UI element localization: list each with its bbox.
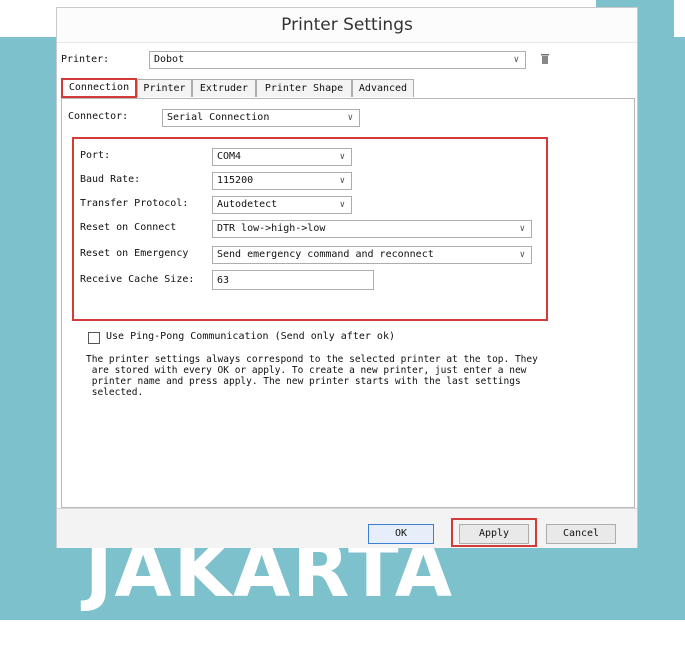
- port-select-value: COM4: [217, 151, 242, 162]
- dialog-footer: OK Apply Cancel: [57, 508, 637, 548]
- chevron-down-icon: ∨: [519, 250, 525, 260]
- ok-button[interactable]: OK: [368, 524, 434, 544]
- chevron-down-icon: ∨: [339, 176, 345, 186]
- trash-icon[interactable]: [541, 54, 549, 64]
- tab-extruder[interactable]: Extruder: [192, 79, 256, 97]
- printer-select-value: Dobot: [154, 54, 185, 65]
- tab-advanced[interactable]: Advanced: [352, 79, 414, 97]
- tab-printer[interactable]: Printer: [137, 79, 192, 97]
- transfer-protocol-label: Transfer Protocol:: [80, 198, 189, 209]
- tab-connection[interactable]: Connection: [61, 78, 137, 98]
- chevron-down-icon: ∨: [519, 224, 525, 234]
- ping-pong-label: Use Ping-Pong Communication (Send only a…: [106, 331, 395, 342]
- printer-select[interactable]: Dobot ∨: [149, 51, 526, 69]
- chevron-down-icon: ∨: [339, 152, 345, 162]
- port-select[interactable]: COM4 ∨: [212, 148, 352, 166]
- connector-select[interactable]: Serial Connection ∨: [162, 109, 360, 127]
- baud-rate-select[interactable]: 115200 ∨: [212, 172, 352, 190]
- reset-on-connect-select-value: DTR low->high->low: [217, 223, 326, 234]
- connector-select-value: Serial Connection: [167, 112, 270, 123]
- receive-cache-size-label: Receive Cache Size:: [80, 274, 195, 285]
- reset-on-emergency-select-value: Send emergency command and reconnect: [217, 249, 434, 260]
- connector-label: Connector:: [68, 111, 129, 122]
- transfer-protocol-select-value: Autodetect: [217, 199, 278, 210]
- window-title: Printer Settings: [281, 15, 413, 35]
- transfer-protocol-select[interactable]: Autodetect ∨: [212, 196, 352, 214]
- connection-panel: Connector: Serial Connection ∨ Port: COM…: [61, 98, 635, 508]
- apply-button[interactable]: Apply: [459, 524, 529, 544]
- baud-rate-label: Baud Rate:: [80, 174, 141, 185]
- port-label: Port:: [80, 150, 111, 161]
- reset-on-connect-label: Reset on Connect: [80, 222, 177, 233]
- chevron-down-icon: ∨: [339, 200, 345, 210]
- title-bar: Printer Settings: [57, 8, 637, 43]
- baud-rate-select-value: 115200: [217, 175, 254, 186]
- receive-cache-size-input[interactable]: [212, 270, 374, 290]
- ping-pong-checkbox[interactable]: [88, 332, 100, 344]
- background-bottom-strip: [0, 620, 685, 650]
- chevron-down-icon: ∨: [347, 113, 353, 123]
- printer-settings-info-text: The printer settings always correspond t…: [86, 354, 538, 398]
- printer-label: Printer:: [61, 54, 110, 65]
- tab-printer-shape[interactable]: Printer Shape: [256, 79, 352, 97]
- reset-on-emergency-label: Reset on Emergency: [80, 248, 189, 259]
- chevron-down-icon: ∨: [513, 55, 519, 65]
- reset-on-connect-select[interactable]: DTR low->high->low ∨: [212, 220, 532, 238]
- printer-settings-dialog: Printer Settings Printer: Dobot ∨ Connec…: [56, 7, 638, 548]
- cancel-button[interactable]: Cancel: [546, 524, 616, 544]
- reset-on-emergency-select[interactable]: Send emergency command and reconnect ∨: [212, 246, 532, 264]
